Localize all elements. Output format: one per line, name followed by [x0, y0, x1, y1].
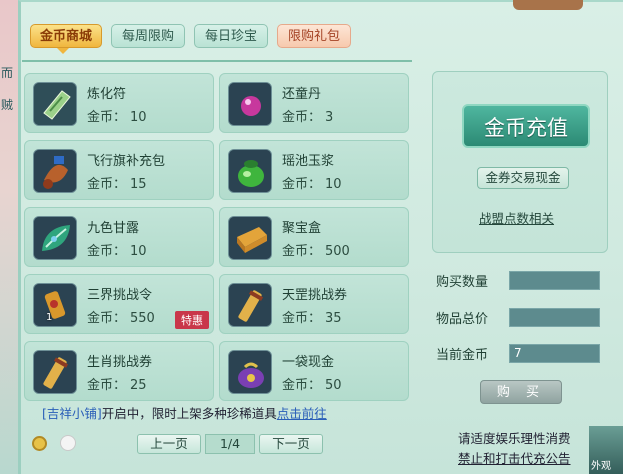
total-label: 物品总价	[436, 312, 489, 327]
treasure-box-icon	[228, 216, 272, 260]
item-card[interactable]: 聚宝盒 金币： 500	[219, 207, 409, 267]
jade-jar-icon	[228, 149, 272, 193]
item-card[interactable]: 瑶池玉浆 金币： 10	[219, 140, 409, 200]
price-label: 金币：	[282, 378, 322, 393]
notice-tag: [吉祥小铺]	[42, 406, 102, 421]
flag-pack-icon	[33, 149, 77, 193]
money-bag-icon	[228, 350, 272, 394]
prev-page-button[interactable]: 上一页	[137, 434, 201, 454]
item-card[interactable]: 九色甘露 金币： 10	[24, 207, 214, 267]
side-char-1: 而	[1, 66, 14, 80]
appearance-corner-button[interactable]: 外观	[589, 426, 623, 474]
scroll-icon	[228, 283, 272, 327]
shop-notice: [吉祥小铺]开启中，限时上架多种珍稀道具点击前往	[42, 403, 327, 422]
talisman-icon	[33, 82, 77, 126]
item-price: 50	[325, 378, 342, 393]
price-label: 金币：	[87, 244, 127, 259]
item-name: 瑶池玉浆	[282, 154, 335, 169]
gold-field: 7	[509, 344, 600, 363]
challenge-token-icon: 1	[33, 283, 77, 327]
item-name: 聚宝盒	[282, 221, 322, 236]
tab-divider	[22, 60, 412, 62]
item-name: 飞行旗补充包	[87, 154, 166, 169]
qty-field[interactable]	[509, 271, 600, 290]
recharge-button[interactable]: 金币充值	[462, 104, 590, 148]
rational-spending-text: 请适度娱乐理性消费	[458, 431, 571, 446]
gold-label: 当前金币	[436, 348, 489, 363]
total-field	[509, 308, 600, 327]
item-price: 3	[325, 110, 334, 125]
item-name: 一袋现金	[282, 355, 335, 370]
item-name: 天罡挑战券	[282, 288, 348, 303]
alliance-points-link[interactable]: 战盟点数相关	[479, 208, 554, 227]
item-card[interactable]: 飞行旗补充包 金币： 15	[24, 140, 214, 200]
page-indicator: 1/4	[205, 434, 255, 454]
notice-text: 开启中，限时上架多种珍稀道具	[101, 406, 277, 421]
price-label: 金币：	[282, 244, 322, 259]
scroll-icon	[33, 350, 77, 394]
dew-leaf-icon	[33, 216, 77, 260]
price-label: 金币：	[87, 110, 127, 125]
price-label: 金币：	[282, 110, 322, 125]
special-offer-badge: 特惠	[175, 311, 209, 329]
next-page-button[interactable]: 下一页	[259, 434, 323, 454]
item-card[interactable]: 还童丹 金币： 3	[219, 73, 409, 133]
left-side-strip: 而 贼	[0, 0, 20, 474]
item-price: 35	[325, 311, 342, 326]
item-name: 生肖挑战券	[87, 355, 153, 370]
search-icon[interactable]	[32, 436, 47, 451]
price-label: 金币：	[282, 311, 322, 326]
qty-label: 购买数量	[436, 275, 489, 290]
price-label: 金币：	[87, 378, 127, 393]
item-name: 三界挑战令	[87, 288, 153, 303]
price-label: 金币：	[87, 177, 127, 192]
tab-weekly-limit[interactable]: 每周限购	[111, 24, 185, 48]
coupon-trade-button[interactable]: 金券交易现金	[477, 167, 569, 189]
item-price: 550	[130, 311, 155, 326]
buy-button[interactable]: 购 买	[480, 380, 562, 404]
item-card[interactable]: 一袋现金 金币： 50	[219, 341, 409, 401]
item-card[interactable]: 生肖挑战券 金币： 25	[24, 341, 214, 401]
item-price: 15	[130, 177, 147, 192]
tab-daily-treasure[interactable]: 每日珍宝	[194, 24, 268, 48]
price-label: 金币：	[87, 311, 127, 326]
item-price: 25	[130, 378, 147, 393]
side-char-2: 贼	[1, 98, 14, 112]
top-decoration	[513, 0, 583, 10]
tab-limited-pack[interactable]: 限购礼包	[277, 24, 351, 48]
corner-label: 外观	[591, 461, 611, 472]
purple-pill-icon	[228, 82, 272, 126]
item-count: 1	[46, 312, 53, 323]
item-name: 还童丹	[282, 87, 322, 102]
radio-icon[interactable]	[60, 435, 76, 451]
item-name: 炼化符	[87, 87, 127, 102]
notice-link[interactable]: 点击前往	[277, 406, 327, 421]
item-card[interactable]: 1 三界挑战令 金币： 550 特惠	[24, 274, 214, 334]
item-price: 500	[325, 244, 350, 259]
item-card[interactable]: 天罡挑战券 金币： 35	[219, 274, 409, 334]
item-price: 10	[130, 244, 147, 259]
item-price: 10	[130, 110, 147, 125]
price-label: 金币：	[282, 177, 322, 192]
tab-gold-mall[interactable]: 金币商城	[30, 24, 102, 54]
item-price: 10	[325, 177, 342, 192]
item-name: 九色甘露	[87, 221, 140, 236]
anti-proxy-notice-link[interactable]: 禁止和打击代充公告	[458, 448, 571, 467]
item-card[interactable]: 炼化符 金币： 10	[24, 73, 214, 133]
